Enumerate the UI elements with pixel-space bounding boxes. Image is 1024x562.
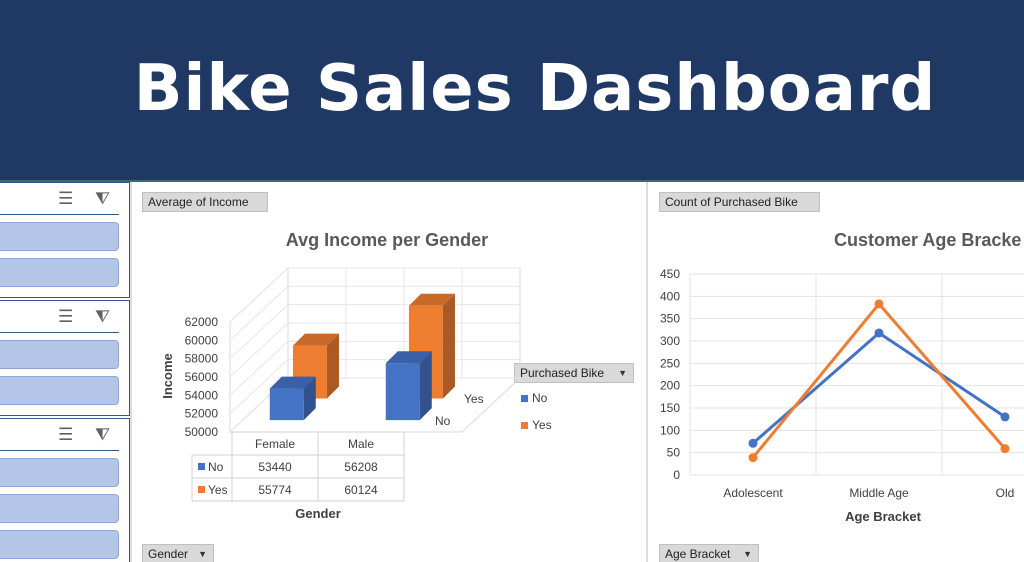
slicer-item[interactable] xyxy=(0,222,119,251)
table-header-cell: Female xyxy=(255,437,295,451)
slicer-item[interactable] xyxy=(0,258,119,287)
line-ytick-label: 100 xyxy=(660,423,680,437)
legend-swatch-no xyxy=(521,395,528,402)
table-row-label: Yes xyxy=(208,483,228,497)
line-xtick-label: Adolescent xyxy=(723,486,783,500)
table-cell: 60124 xyxy=(344,483,378,497)
slicer-item[interactable] xyxy=(0,530,119,559)
line-ytick-label: 0 xyxy=(673,468,680,482)
multi-select-icon[interactable]: ☰ xyxy=(58,308,73,325)
line-chart-title: Customer Age Bracke xyxy=(834,230,1021,250)
line-ytick-label: 250 xyxy=(660,356,680,370)
table-swatch xyxy=(198,486,205,493)
bar-ytick-label: 52000 xyxy=(185,407,219,421)
line-ytick-label: 350 xyxy=(660,312,680,326)
bar-ytick-label: 50000 xyxy=(185,425,219,439)
multi-select-icon[interactable]: ☰ xyxy=(58,190,73,207)
line-ytick-label: 400 xyxy=(660,289,680,303)
line-xtick-label: Middle Age xyxy=(849,486,909,500)
bar-legend: No Yes xyxy=(521,391,552,432)
line-series-no[interactable] xyxy=(752,331,1006,445)
clear-filter-icon[interactable]: ⧨ xyxy=(95,190,110,207)
bar-ytick-label: 54000 xyxy=(185,388,219,402)
slicer-1: ☰ ⧨ xyxy=(0,182,130,298)
depth-label-yes: Yes xyxy=(464,392,484,406)
line-ytick-label: 450 xyxy=(660,267,680,281)
line-chart-xlabel: Age Bracket xyxy=(845,509,922,524)
legend-label-yes: Yes xyxy=(532,418,552,432)
dashboard-root: Bike Sales Dashboard ☰ ⧨ ☰ ⧨ ☰ ⧨ Average… xyxy=(0,0,1024,562)
legend-label-no: No xyxy=(532,391,548,405)
table-cell: 53440 xyxy=(258,460,292,474)
line-point-no[interactable] xyxy=(748,438,758,448)
slicer-header: ☰ ⧨ xyxy=(0,419,119,451)
slicer-item[interactable] xyxy=(0,458,119,487)
slicer-item[interactable] xyxy=(0,376,119,405)
line-ytick-label: 150 xyxy=(660,401,680,415)
dashboard-title: Bike Sales Dashboard xyxy=(133,52,937,126)
avg-income-chart: Avg Income per Gender 50000 52000 54000 560… xyxy=(160,230,552,521)
slicer-header: ☰ ⧨ xyxy=(0,301,119,333)
line-point-yes[interactable] xyxy=(748,453,758,463)
table-header-cell: Male xyxy=(348,437,374,451)
clear-filter-icon[interactable]: ⧨ xyxy=(95,426,110,443)
slicer-item[interactable] xyxy=(0,340,119,369)
legend-swatch-yes xyxy=(521,422,528,429)
slicer-item[interactable] xyxy=(0,494,119,523)
bar-chart-title: Avg Income per Gender xyxy=(286,230,488,250)
slicer-header: ☰ ⧨ xyxy=(0,183,119,215)
line-series-yes[interactable] xyxy=(751,301,1007,459)
clear-filter-icon[interactable]: ⧨ xyxy=(95,308,110,325)
bar-no-male[interactable] xyxy=(385,351,432,421)
line-point-yes[interactable] xyxy=(1000,444,1010,454)
bar-chart-xlabel: Gender xyxy=(295,506,341,521)
multi-select-icon[interactable]: ☰ xyxy=(58,426,73,443)
line-point-no[interactable] xyxy=(1000,412,1010,422)
table-cell: 55774 xyxy=(258,483,292,497)
bar-ytick-label: 62000 xyxy=(185,315,219,329)
bar-no-female[interactable] xyxy=(269,376,316,421)
line-ytick-label: 50 xyxy=(667,446,681,460)
age-bracket-chart: Customer Age Bracke 0 50 100 150 200 250 300 35… xyxy=(660,230,1024,524)
table-cell: 56208 xyxy=(344,460,378,474)
line-point-yes[interactable] xyxy=(874,299,884,309)
slicer-3: ☰ ⧨ xyxy=(0,418,130,562)
table-row-label: No xyxy=(208,460,224,474)
bar-ytick-label: 60000 xyxy=(185,333,219,347)
line-xtick-label: Old xyxy=(996,486,1015,500)
depth-label-no: No xyxy=(435,414,451,428)
table-swatch xyxy=(198,463,205,470)
title-banner: Bike Sales Dashboard xyxy=(0,0,1024,180)
bar-chart-ylabel: Income xyxy=(160,353,175,399)
bar-ytick-label: 56000 xyxy=(185,370,219,384)
bar-ytick-label: 58000 xyxy=(185,352,219,366)
line-point-no[interactable] xyxy=(874,328,884,338)
line-ytick-label: 300 xyxy=(660,334,680,348)
slicer-2: ☰ ⧨ xyxy=(0,300,130,416)
line-ytick-label: 200 xyxy=(660,379,680,393)
